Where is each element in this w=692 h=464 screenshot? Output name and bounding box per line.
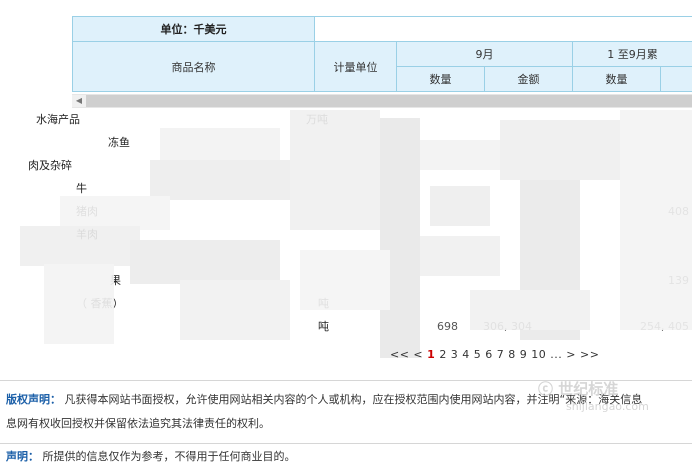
footer-label: 声明：: [6, 450, 39, 463]
amount-header: 金额: [485, 67, 573, 92]
pager-next-button[interactable]: > >>: [566, 348, 599, 361]
row-name: 果: [110, 269, 121, 292]
amount-header-cumulative: [661, 67, 692, 92]
pager-current-page[interactable]: 1: [427, 348, 435, 361]
table-row: 吨 698 306, 304 254, 405: [0, 315, 692, 338]
qty-header: 数量: [397, 67, 485, 92]
table-row: 羊肉: [0, 223, 692, 246]
row-name: 肉及杂碎: [28, 154, 72, 177]
row-name: （ 香蕉）: [76, 292, 124, 315]
col-measure-unit-header: 计量单位: [315, 42, 397, 92]
scroll-left-icon[interactable]: ◀: [72, 95, 87, 107]
copyright-label: 版权声明：: [6, 393, 61, 406]
copyright-text-2: 息网有权收回授权并保留依法追究其法律责任的权利。: [6, 417, 270, 430]
site-watermark-url: shijiangao.com: [566, 400, 649, 413]
row-name: 冻鱼: [108, 131, 130, 154]
row-unit: 吨: [318, 292, 329, 315]
table-row: 肉及杂碎: [0, 154, 692, 177]
row-name: 猪肉: [76, 200, 98, 223]
table-row: [0, 246, 692, 269]
site-watermark-logo: ⓒ 世纪标准: [538, 378, 618, 399]
row-name: 羊肉: [76, 223, 98, 246]
footer-text: 所提供的信息仅作为参考，不得用于任何商业目的。: [43, 450, 296, 463]
header-blank: [315, 17, 692, 42]
row-unit: 吨: [318, 315, 329, 338]
row-month-qty: 698: [437, 315, 458, 338]
row-month-amount: 306, 304: [483, 315, 532, 338]
table-row: 猪肉 408: [0, 200, 692, 223]
data-table-header: 单位：千美元 商品名称 计量单位 9月 1 至9月累 数量 金额 数量: [72, 16, 692, 92]
footer-disclaimer: 声明： 所提供的信息仅作为参考，不得用于任何商业目的。: [6, 448, 296, 464]
table-row: 水海产品 万吨: [0, 108, 692, 131]
row-cum-qty: 254, 405: [640, 315, 689, 338]
row-name: 水海产品: [36, 108, 80, 131]
table-row: （ 香蕉） 吨: [0, 292, 692, 315]
table-row: 牛: [0, 177, 692, 200]
pager-prev-button[interactable]: << <: [390, 348, 423, 361]
qty-header-cumulative: 数量: [573, 67, 661, 92]
table-body: 水海产品 万吨 冻鱼 肉及杂碎 牛 猪肉 408 羊肉 果 139 （ 香蕉） …: [0, 108, 692, 338]
row-cum-qty: 139: [668, 269, 689, 292]
table-row: 冻鱼: [0, 131, 692, 154]
row-name: 牛: [76, 177, 87, 200]
pagination: << < 1 2 3 4 5 6 7 8 9 10 ... > >>: [390, 348, 599, 361]
horizontal-scrollbar[interactable]: ◀: [72, 94, 692, 108]
cumulative-header: 1 至9月累: [573, 42, 692, 67]
col-name-header: 商品名称: [73, 42, 315, 92]
table-row: 果 139: [0, 269, 692, 292]
row-cum-qty: 408: [668, 200, 689, 223]
unit-header: 单位：千美元: [73, 17, 315, 42]
pager-page-links[interactable]: 2 3 4 5 6 7 8 9 10 ...: [439, 348, 562, 361]
month-header: 9月: [397, 42, 573, 67]
row-unit: 万吨: [306, 108, 328, 131]
